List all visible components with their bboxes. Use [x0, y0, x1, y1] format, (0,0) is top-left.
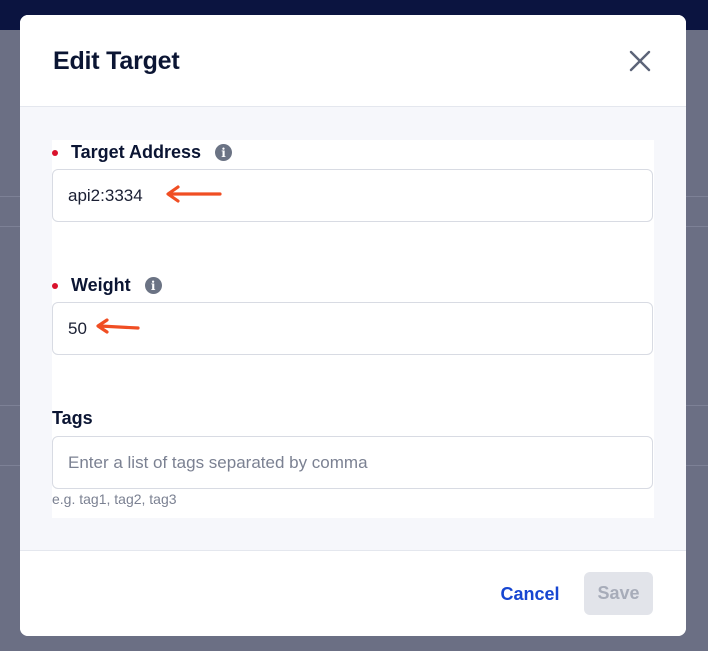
dialog-title: Edit Target [53, 47, 180, 75]
tags-input[interactable]: Enter a list of tags separated by comma [52, 436, 653, 489]
background-divider [0, 226, 20, 227]
weight-label: Weight i [52, 275, 162, 296]
background-divider [0, 196, 20, 197]
cancel-button[interactable]: Cancel [490, 573, 570, 615]
target-address-label: Target Address i [52, 142, 233, 163]
weight-label-text: Weight [71, 275, 131, 295]
background-divider [686, 465, 708, 466]
weight-value: 50 [68, 318, 87, 338]
target-form: Target Address i api2:3334 Weight i 50 T… [52, 140, 654, 518]
target-address-value: api2:3334 [68, 185, 143, 205]
close-icon [629, 50, 651, 72]
tags-hint: e.g. tag1, tag2, tag3 [52, 491, 177, 507]
edit-target-dialog: Edit Target Target Address i api2:3334 W… [20, 15, 686, 636]
dialog-header: Edit Target [20, 15, 686, 107]
tags-label-text: Tags [52, 408, 93, 428]
annotation-arrow [96, 318, 140, 334]
background-divider [686, 226, 708, 227]
info-icon[interactable]: i [215, 144, 233, 161]
tags-label: Tags [52, 408, 93, 429]
required-indicator [52, 282, 58, 289]
save-button[interactable]: Save [584, 572, 653, 615]
target-address-label-text: Target Address [71, 142, 202, 162]
background-divider [686, 405, 708, 406]
background-divider [0, 405, 20, 406]
tags-placeholder: Enter a list of tags separated by comma [68, 452, 368, 472]
close-button[interactable] [628, 49, 652, 73]
dialog-footer: Cancel Save [20, 550, 686, 636]
dialog-body: Target Address i api2:3334 Weight i 50 T… [20, 107, 686, 550]
background-divider [0, 465, 20, 466]
annotation-arrow [166, 185, 222, 203]
required-indicator [52, 149, 58, 156]
info-icon[interactable]: i [144, 277, 162, 294]
target-address-input[interactable]: api2:3334 [52, 169, 653, 222]
background-divider [686, 196, 708, 197]
